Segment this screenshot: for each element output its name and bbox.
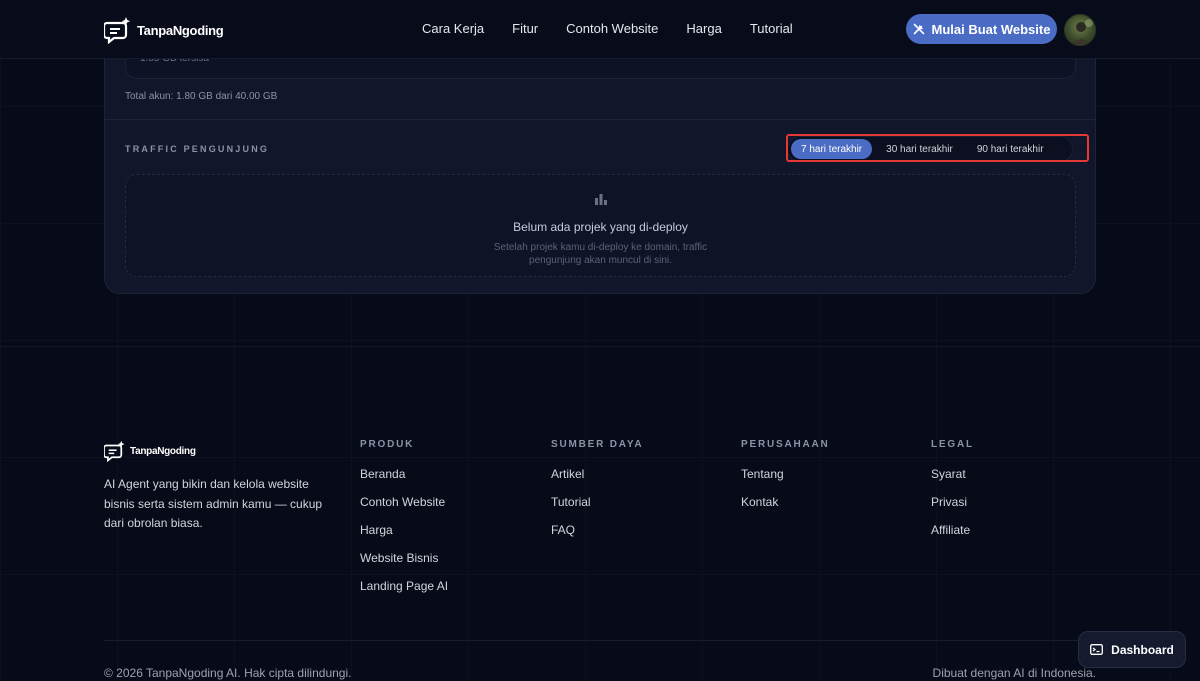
footer-heading-legal: LEGAL: [931, 439, 974, 450]
nav-harga[interactable]: Harga: [686, 21, 721, 37]
footer-column-produk: PRODUK Beranda Contoh Website Harga Webs…: [360, 439, 448, 607]
footer-link-faq[interactable]: FAQ: [551, 523, 643, 551]
footer-link-harga[interactable]: Harga: [360, 523, 448, 551]
nav-cara-kerja[interactable]: Cara Kerja: [422, 21, 484, 37]
traffic-section-title: TRAFFIC PENGUNJUNG: [125, 144, 270, 154]
nav-tutorial[interactable]: Tutorial: [750, 21, 793, 37]
nav-fitur[interactable]: Fitur: [512, 21, 538, 37]
footer-column-legal: LEGAL Syarat Privasi Affiliate: [931, 439, 974, 551]
footer-link-kontak[interactable]: Kontak: [741, 495, 830, 523]
footer-link-syarat[interactable]: Syarat: [931, 467, 974, 495]
range-tab-30-days[interactable]: 30 hari terakhir: [876, 139, 963, 159]
start-website-button[interactable]: Mulai Buat Website: [906, 14, 1057, 44]
main-nav: Cara Kerja Fitur Contoh Website Harga Tu…: [422, 21, 821, 37]
footer-heading-produk: PRODUK: [360, 439, 415, 450]
footer-link-beranda[interactable]: Beranda: [360, 467, 448, 495]
footer-separator: [0, 346, 1200, 347]
empty-state-desc-line-1: Setelah projek kamu di-deploy ke domain,…: [493, 242, 708, 253]
footer-link-tutorial[interactable]: Tutorial: [551, 495, 643, 523]
brand-name: TanpaNgoding: [137, 22, 224, 38]
empty-state-description: Setelah projek kamu di-deploy ke domain,…: [126, 241, 1075, 267]
bar-chart-icon: [595, 194, 607, 205]
project-stats-card: 1.55 GB tersisa Total akun: 1.80 GB dari…: [104, 40, 1096, 294]
brand-logo[interactable]: TanpaNgoding: [104, 16, 224, 44]
made-with-text: Dibuat dengan AI di Indonesia.: [932, 666, 1096, 680]
footer-description: AI Agent yang bikin dan kelola website b…: [104, 477, 323, 530]
avatar-image: [1072, 19, 1093, 45]
footer-logo-icon: [104, 440, 125, 462]
footer-link-affiliate[interactable]: Affiliate: [931, 523, 974, 551]
footer-bottom-divider: [104, 640, 1096, 641]
traffic-range-selector: 7 hari terakhir 30 hari terakhir 90 hari…: [787, 136, 1073, 162]
empty-state-desc-line-2: pengunjung akan muncul di sini.: [529, 255, 672, 266]
footer-link-artikel[interactable]: Artikel: [551, 467, 643, 495]
brand-logo-icon: [104, 17, 131, 44]
footer-link-landing-page-ai[interactable]: Landing Page AI: [360, 579, 448, 607]
total-account-storage: Total akun: 1.80 GB dari 40.00 GB: [125, 91, 278, 102]
empty-state-title: Belum ada projek yang di-deploy: [513, 220, 688, 234]
footer-link-tentang[interactable]: Tentang: [741, 467, 830, 495]
traffic-empty-state: Belum ada projek yang di-deploy Setelah …: [125, 174, 1076, 277]
terminal-icon: [1090, 644, 1104, 655]
dashboard-button[interactable]: Dashboard: [1078, 631, 1186, 668]
start-website-label: Mulai Buat Website: [931, 21, 1051, 37]
footer-column-perusahaan: PERUSAHAAN Tentang Kontak: [741, 439, 830, 523]
user-avatar[interactable]: [1064, 14, 1096, 46]
footer-brand-name: TanpaNgoding: [130, 445, 196, 457]
range-tab-90-days[interactable]: 90 hari terakhir: [967, 139, 1054, 159]
section-divider: [105, 119, 1095, 120]
nav-contoh-website[interactable]: Contoh Website: [566, 21, 658, 37]
footer-link-privasi[interactable]: Privasi: [931, 495, 974, 523]
footer-link-website-bisnis[interactable]: Website Bisnis: [360, 551, 448, 579]
footer-link-contoh-website[interactable]: Contoh Website: [360, 495, 448, 523]
copyright-text: © 2026 TanpaNgoding AI. Hak cipta dilind…: [104, 666, 352, 680]
footer-heading-sumber-daya: SUMBER DAYA: [551, 439, 644, 450]
tools-icon: [913, 23, 924, 35]
footer-heading-perusahaan: PERUSAHAAN: [741, 439, 830, 450]
footer-column-sumber-daya: SUMBER DAYA Artikel Tutorial FAQ: [551, 439, 643, 551]
range-tab-7-days[interactable]: 7 hari terakhir: [791, 139, 873, 159]
dashboard-label: Dashboard: [1111, 642, 1174, 657]
footer-logo[interactable]: TanpaNgoding: [104, 440, 196, 462]
top-navbar: TanpaNgoding Cara Kerja Fitur Contoh Web…: [0, 0, 1200, 59]
